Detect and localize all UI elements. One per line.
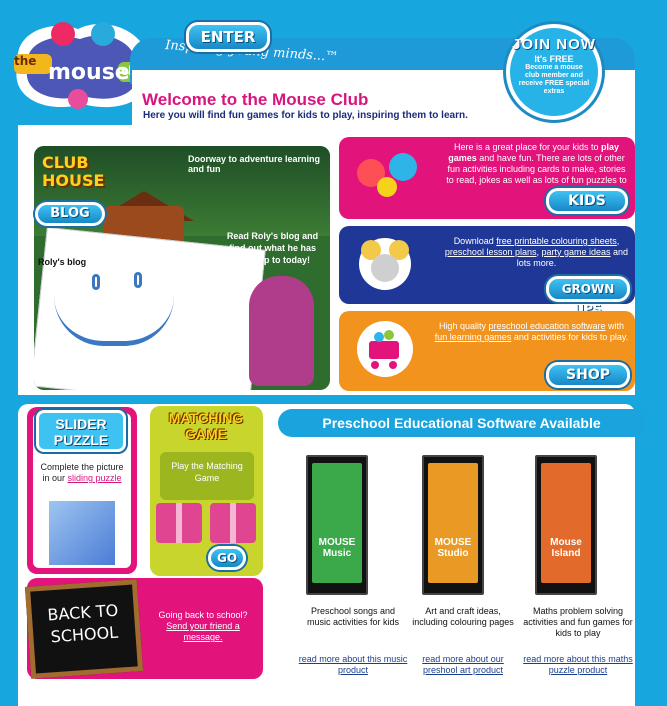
party-game-ideas-link[interactable]: party game ideas <box>542 247 611 257</box>
product-box[interactable]: MOUSE Studio <box>422 455 484 595</box>
product-cover <box>312 463 362 583</box>
enter-button[interactable]: ENTER <box>186 22 270 52</box>
product-box[interactable]: MOUSE Music <box>306 455 368 595</box>
product-read-more-link[interactable]: read more about this music product <box>298 654 408 676</box>
blog-paper-label: Roly's blog <box>38 257 87 267</box>
product-description: Preschool songs and music activities for… <box>306 606 400 627</box>
logo-word-the: the <box>14 54 37 68</box>
kids-text-prefix: Here is a great place for your kids to <box>453 142 602 152</box>
join-now-badge[interactable]: JOIN NOW It's FREE Become a mouse club m… <box>506 24 602 120</box>
join-body: Become a mouse club member and receive F… <box>518 64 590 95</box>
kids-characters-icon <box>357 153 417 197</box>
gift-box-icon <box>156 503 202 543</box>
back-text-prefix: Going back to school? <box>158 610 248 620</box>
blog-read-text: Read Roly's blog and find out what he ha… <box>226 231 319 265</box>
clubhouse-title: CLUB HOUSE <box>42 154 104 190</box>
gift-box-icon <box>210 503 256 543</box>
back-to-school-chalkboard[interactable]: BACK TO SCHOOL <box>24 579 144 679</box>
kids-text: Here is a great place for your kids to p… <box>444 142 629 186</box>
join-title: JOIN NOW <box>512 36 596 53</box>
header: the mouse club Inspiring young minds...™… <box>0 0 667 125</box>
smiley-right-eye <box>134 272 142 288</box>
kids-button[interactable]: KIDS <box>546 188 628 214</box>
clubhouse-title-line1: CLUB <box>42 153 89 172</box>
clubhouse-title-line2: HOUSE <box>42 171 105 190</box>
slider-puzzle-title[interactable]: SLIDER PUZZLE <box>36 410 126 452</box>
doorway-text: Doorway to adventure learning and fun <box>188 154 321 174</box>
back-to-school-text: Going back to school? Send your friend a… <box>152 610 254 643</box>
go-button[interactable]: GO <box>208 546 246 570</box>
lesson-plans-link[interactable]: preschool lesson plans <box>445 247 537 257</box>
product-read-more-link[interactable]: read more about our preshool art product <box>408 654 518 676</box>
matching-game-text: Play the Matching Game <box>160 452 254 500</box>
slider-puzzle-image[interactable] <box>48 500 116 566</box>
product-read-more-link[interactable]: read more about this maths puzzle produc… <box>523 654 633 676</box>
product-cover-title: Mouse Island <box>550 537 582 559</box>
join-free: It's FREE <box>534 54 574 64</box>
preschool-software-link[interactable]: preschool education software <box>488 321 605 331</box>
product-cover-title: MOUSE Studio <box>434 537 472 559</box>
product-description: Art and craft ideas, including colouring… <box>412 606 514 627</box>
logo-word-mouse: mouse <box>48 60 130 85</box>
matching-game-title: MATCHING GAME <box>168 410 244 442</box>
shop-text-prefix: High quality <box>438 321 489 331</box>
shop-text: High quality preschool education softwar… <box>434 321 629 343</box>
grown-ups-text: Download free printable colouring sheets… <box>444 236 629 268</box>
smiley-left-eye <box>92 274 100 290</box>
colouring-sheets-link[interactable]: free printable colouring sheets <box>496 236 617 246</box>
page-subtitle: Here you will find fun games for kids to… <box>143 110 468 121</box>
shop-text-mid: with <box>605 321 625 331</box>
shop-button[interactable]: SHOP <box>546 362 630 388</box>
roly-mouse-illustration <box>249 276 314 386</box>
software-heading: Preschool Educational Software Available <box>278 409 645 437</box>
product-box[interactable]: Mouse Island <box>535 455 597 595</box>
page-title: Welcome to the Mouse Club <box>142 90 369 109</box>
grown-up-mouse-icon <box>359 238 411 290</box>
slider-puzzle-text: Complete the picture in our sliding puzz… <box>36 462 128 484</box>
shopping-cart-icon <box>357 321 413 377</box>
grown-text-prefix: Download <box>453 236 497 246</box>
send-friend-message-link[interactable]: Send your friend a message. <box>166 621 240 642</box>
product-cover <box>541 463 591 583</box>
fun-learning-games-link[interactable]: fun learning games <box>435 332 512 342</box>
grown-ups-button[interactable]: GROWN UPS <box>546 276 630 316</box>
clubhouse-panel[interactable]: CLUB HOUSE Doorway to adventure learning… <box>34 146 330 390</box>
blog-button[interactable]: BLOG <box>35 202 105 226</box>
product-cover-title: MOUSE Music <box>318 537 356 559</box>
shop-text-suffix: and activities for kids to play. <box>511 332 629 342</box>
product-description: Maths problem solving activities and fun… <box>523 606 633 638</box>
product-cover <box>428 463 478 583</box>
sliding-puzzle-link[interactable]: sliding puzzle <box>67 473 121 483</box>
